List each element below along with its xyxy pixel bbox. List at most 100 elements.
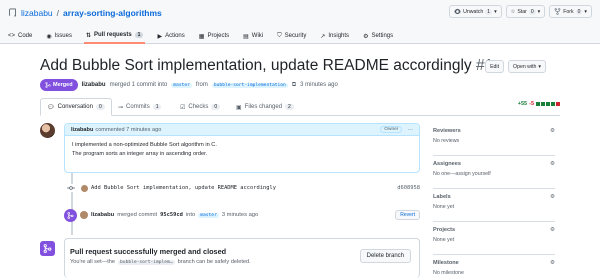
comment-body: I implemented a non-optimized Bubble Sor… [65, 136, 419, 164]
delete-branch-button[interactable]: Delete branch [359, 249, 411, 263]
open-with-button[interactable]: Open with ▾ [508, 60, 546, 73]
tab-files-changed[interactable]: ▣ Files changed 2 [230, 98, 300, 116]
tab-count: 0 [211, 104, 221, 110]
avatar[interactable] [40, 123, 55, 138]
gear-icon[interactable]: ⚙ [550, 260, 555, 266]
merged-status-badge: Merged [40, 79, 78, 91]
avatar[interactable] [81, 184, 88, 192]
into-text: into [185, 212, 196, 218]
fork-label: Fork [563, 8, 574, 15]
tab-wiki[interactable]: ▤ Wiki [241, 28, 265, 44]
sidebar-reviewers[interactable]: Reviewers ⚙ No reviews [433, 128, 555, 144]
chevron-down-icon: ▾ [538, 63, 541, 70]
tab-count: 1 [152, 104, 162, 110]
head-branch[interactable]: bubble-sort-implementation [211, 82, 288, 88]
divider [433, 188, 555, 189]
issues-icon: ◉ [46, 33, 52, 40]
tab-code[interactable]: <> Code [6, 28, 34, 44]
projects-icon: ▦ [198, 33, 205, 40]
tab-label: Pull requests [93, 32, 132, 38]
merged-status-label: Merged [53, 82, 73, 88]
gear-icon[interactable]: ⚙ [550, 227, 555, 233]
merge-sub-prefix: You're all set—the [70, 259, 116, 265]
copy-icon[interactable]: ⧉ [292, 82, 296, 89]
tab-label: Files changed [244, 104, 283, 110]
sidebar-value: No reviews [433, 138, 460, 144]
edit-button[interactable]: Edit [485, 60, 505, 73]
pr-author-link[interactable]: lizababu [82, 82, 106, 88]
shield-icon: ⛉ [277, 32, 282, 39]
fork-button[interactable]: Fork 0 ▾ [549, 5, 592, 18]
merge-branch[interactable]: master [198, 212, 219, 218]
tab-settings[interactable]: ⚙ Settings [361, 28, 395, 44]
merge-text: merged commit [117, 212, 158, 218]
sidebar-value: No milestone [433, 270, 464, 276]
commit-sha[interactable]: d608958 [397, 185, 420, 191]
tab-conversation[interactable]: 💬︎ Conversation 0 [40, 98, 112, 116]
avatar[interactable] [80, 211, 88, 219]
from-text: from [195, 82, 208, 88]
checks-icon: ☑ [180, 104, 186, 111]
merged-text: merged 1 commit into [109, 82, 168, 88]
comment-author[interactable]: lizababu [71, 127, 93, 133]
diff-bar [536, 102, 560, 106]
file-diff-icon: ▣ [236, 104, 242, 111]
star-button[interactable]: ☆ Star 0 ▾ [505, 5, 546, 18]
merge-event: lizababu merged commit 95c59cd into mast… [64, 208, 420, 222]
sidebar-assignees[interactable]: Assignees ⚙ No one—assign yourself [433, 161, 555, 177]
wiki-icon: ▤ [243, 33, 249, 40]
comment-meta[interactable]: commented 7 minutes ago [95, 127, 161, 133]
unwatch-button[interactable]: Unwatch 1 ▾ [449, 5, 502, 18]
divider [433, 254, 555, 255]
tab-label: Settings [371, 33, 394, 39]
divider [433, 155, 555, 156]
tab-commits[interactable]: ⊸ Commits 1 [112, 98, 167, 116]
tab-projects[interactable]: ▦ Projects [197, 28, 231, 44]
repo-actions: Unwatch 1 ▾ ☆ Star 0 ▾ Fork 0 ▾ [449, 5, 592, 18]
repo-separator: / [56, 8, 60, 18]
tab-pull-requests[interactable]: ⇅ Pull requests 1 [83, 28, 146, 44]
fork-count: 0 [575, 8, 583, 15]
conversation-icon: 💬︎ [47, 104, 55, 111]
repo-tabs: <> Code ◉ Issues ⇅ Pull requests 1 ▶ Act… [6, 28, 395, 44]
merge-author[interactable]: lizababu [91, 212, 114, 218]
repo-owner-link[interactable]: lizababu [21, 8, 53, 18]
pull-request-icon: ⇅ [85, 32, 91, 39]
sidebar-heading: Assignees [433, 161, 461, 167]
tab-count: 2 [285, 104, 294, 110]
sidebar-milestone[interactable]: Milestone ⚙ No milestone [433, 260, 555, 276]
revert-button[interactable]: Revert [395, 210, 420, 220]
tab-insights[interactable]: ↗ Insights [318, 28, 351, 44]
tab-security[interactable]: ⛉ Security [275, 28, 308, 44]
gear-icon[interactable]: ⚙ [550, 161, 555, 167]
tab-issues[interactable]: ◉ Issues [44, 28, 74, 44]
page-title: Add Bubble Sort implementation, update R… [40, 57, 493, 75]
watch-count: 1 [485, 8, 493, 15]
repo-name-link[interactable]: array-sorting-algorithms [63, 8, 162, 18]
pr-title-text: Add Bubble Sort implementation, update R… [40, 57, 472, 74]
sidebar-value[interactable]: No one—assign yourself [433, 171, 555, 177]
merge-sha[interactable]: 95c59cd [160, 212, 183, 218]
edit-label: Edit [490, 63, 500, 70]
sidebar-projects[interactable]: Projects ⚙ None yet [433, 227, 555, 243]
sidebar-labels[interactable]: Labels ⚙ None yet [433, 194, 555, 210]
gear-icon[interactable]: ⚙ [550, 128, 555, 134]
sidebar-value: None yet [433, 204, 455, 210]
comment-line: The program sorts an integer array in as… [72, 151, 208, 157]
head-branch[interactable]: bubble-sort-implem… [118, 259, 175, 265]
gear-icon[interactable]: ⚙ [550, 194, 555, 200]
fork-icon [554, 8, 561, 15]
merge-time[interactable]: 3 minutes ago [222, 212, 258, 218]
kebab-menu-icon[interactable]: ··· [407, 127, 413, 133]
chevron-down-icon: ▾ [584, 8, 587, 15]
sidebar-heading: Projects [433, 227, 456, 233]
commit-message[interactable]: Add Bubble Sort implementation, update R… [91, 185, 276, 191]
merge-status-box: Pull request successfully merged and clo… [64, 238, 420, 278]
chevron-down-icon: ▾ [537, 8, 541, 15]
tab-label: Commits [126, 104, 150, 110]
tab-label: Issues [54, 33, 72, 39]
merge-status-title: Pull request successfully merged and clo… [70, 247, 227, 256]
tab-checks[interactable]: ☑ Checks 0 [174, 98, 226, 116]
tab-actions[interactable]: ▶ Actions [155, 28, 186, 44]
base-branch[interactable]: master [171, 82, 192, 88]
